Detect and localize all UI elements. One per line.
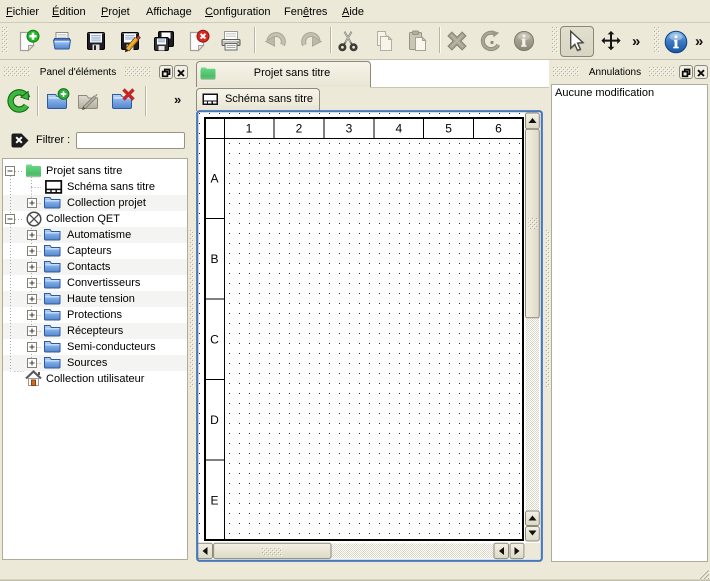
- svg-text:D: D: [210, 413, 219, 427]
- svg-text:A: A: [210, 172, 218, 186]
- svg-text:5: 5: [445, 122, 452, 136]
- svg-text:B: B: [210, 252, 218, 266]
- svg-text:E: E: [210, 494, 218, 508]
- svg-text:C: C: [210, 333, 219, 347]
- svg-text:4: 4: [395, 122, 402, 136]
- svg-text:1: 1: [246, 122, 253, 136]
- svg-text:3: 3: [346, 122, 353, 136]
- svg-text:2: 2: [296, 122, 303, 136]
- svg-text:6: 6: [495, 122, 502, 136]
